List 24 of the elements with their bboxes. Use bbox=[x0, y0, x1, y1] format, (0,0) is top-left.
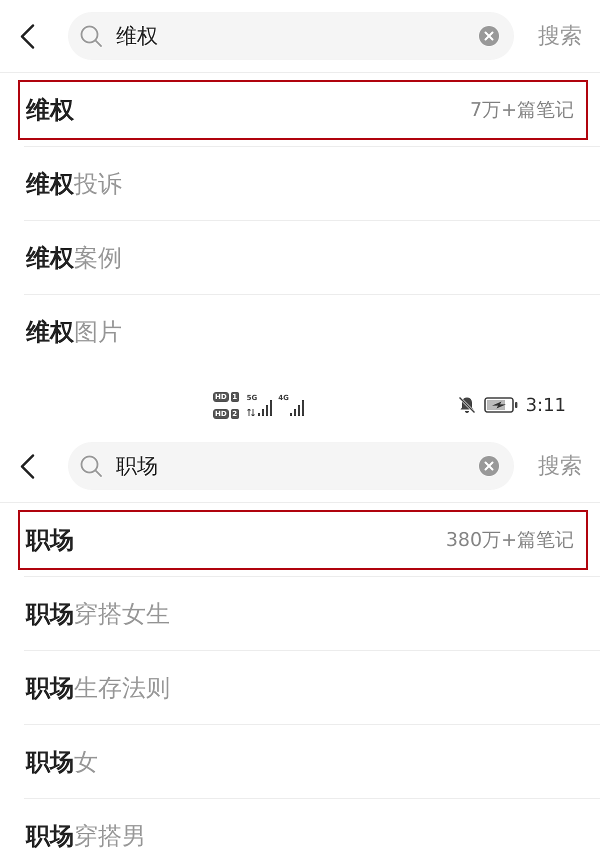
suggestion-text[interactable]: 职场穿搭女生 bbox=[26, 598, 170, 630]
clear-icon[interactable] bbox=[479, 456, 499, 476]
search-icon bbox=[80, 455, 102, 477]
suggestion-text[interactable]: 维权案例 bbox=[26, 242, 122, 274]
suggestion-text[interactable]: 职场生存法则 bbox=[26, 672, 170, 704]
suggestion-text[interactable]: 职场 bbox=[26, 524, 74, 556]
search-icon bbox=[80, 25, 102, 47]
clock-time: 3:11 bbox=[526, 394, 566, 416]
note-count: 7万+篇笔记 bbox=[470, 98, 574, 122]
note-count: 380万+篇笔记 bbox=[446, 528, 574, 552]
back-icon bbox=[20, 454, 35, 478]
back-icon bbox=[20, 24, 35, 48]
suggestion-text[interactable]: 职场女 bbox=[26, 746, 98, 778]
suggestion-text[interactable]: 维权投诉 bbox=[26, 168, 122, 200]
clear-icon[interactable] bbox=[479, 26, 499, 46]
signal-icon bbox=[258, 400, 272, 416]
battery-charging-icon bbox=[484, 397, 518, 413]
suggestion-text[interactable]: 维权图片 bbox=[26, 316, 122, 348]
search-field[interactable]: 维权 bbox=[68, 12, 514, 60]
bell-off-icon bbox=[458, 396, 476, 414]
suggestion-text[interactable]: 职场穿搭男 bbox=[26, 820, 146, 852]
signal-icon bbox=[290, 400, 304, 416]
suggestion-text[interactable]: 维权 bbox=[26, 94, 74, 126]
search-field[interactable]: 职场 bbox=[68, 442, 514, 490]
